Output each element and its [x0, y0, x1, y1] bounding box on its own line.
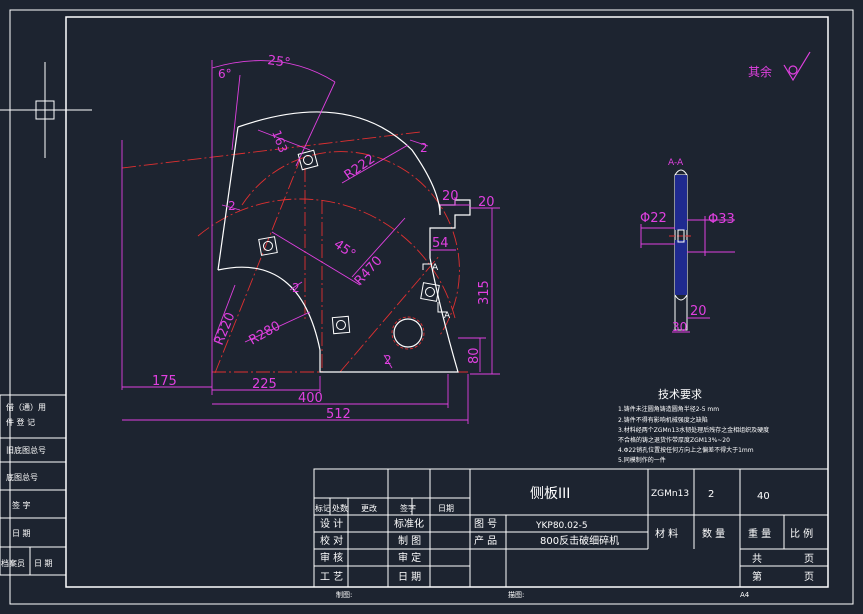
label-total: 共 — [752, 553, 762, 565]
stamp-archivist: 档案员 — [1, 558, 25, 568]
tech-title: 技术要求 — [658, 388, 702, 401]
rev-mark: 标记 — [315, 503, 331, 513]
rev-sign: 签字 — [400, 503, 416, 513]
surface-note-text: 其余 — [748, 64, 772, 79]
dim-angle-6: 6° — [218, 67, 232, 81]
stamp-base: 底图总号 — [6, 472, 38, 482]
product-name: 800反击破细碎机 — [540, 534, 619, 547]
dim-80: 80 — [467, 347, 482, 364]
label-standardize: 标准化 — [394, 517, 424, 530]
stamp-date-2: 日 期 — [34, 559, 53, 568]
label-product: 产 品 — [474, 534, 497, 547]
label-check: 校 对 — [320, 534, 343, 547]
dim-angle-25: 25° — [266, 53, 291, 71]
tech-line-6: 5.同模制作的一件 — [618, 456, 666, 464]
tech-line-3: 3.材料经两个ZGMn13水韧处理后残存之金相组织及硬度 — [618, 426, 769, 434]
label-design: 设 计 — [320, 517, 343, 530]
footer-traced: 描图: — [508, 590, 524, 599]
material-value: ZGMn13 — [651, 489, 689, 499]
label-draw: 制 图 — [398, 534, 421, 547]
stamp-register: 件 登 记 — [6, 417, 35, 427]
quantity-value: 2 — [708, 489, 714, 500]
rev-count: 处数 — [332, 503, 348, 513]
section-label-a2: A — [444, 311, 451, 321]
tech-line-1: 1.铸件未注圆角铸造圆角半径2-5 mm — [618, 405, 719, 413]
label-approve: 审 定 — [398, 551, 421, 564]
rev-change: 更改 — [361, 503, 377, 513]
stamp-borrow: 借（通）用 — [6, 402, 46, 412]
stamp-date: 日 期 — [12, 529, 31, 538]
dim-54: 54 — [432, 236, 449, 251]
dim-400: 400 — [298, 391, 323, 406]
stamp-sign: 签 字 — [12, 500, 31, 510]
dim-2-left: 2 — [228, 199, 236, 213]
dim-2-top: 2 — [420, 141, 428, 155]
label-process: 工 艺 — [320, 571, 343, 583]
label-drawing-no: 图 号 — [474, 518, 497, 530]
weight-value: 40 — [757, 491, 770, 502]
tech-line-2: 2.铸件不得有影响机械强度之缺陷 — [618, 416, 708, 424]
dim-225: 225 — [252, 377, 277, 392]
stamp-old-base: 旧底图总号 — [6, 445, 46, 455]
tech-line-5: 4.Φ22销孔位置按任何方向上之偏差不得大于1mm — [618, 446, 754, 454]
dim-20-a: 20 — [442, 189, 459, 204]
label-scale: 比 例 — [790, 527, 813, 540]
dim-2-bottom: 2 — [384, 353, 392, 367]
footer-drawn: 制图: — [336, 590, 352, 599]
section-dim-phi22: Φ22 — [640, 211, 667, 226]
section-label-a1: A — [432, 263, 439, 273]
dim-20-b: 20 — [478, 195, 495, 210]
label-page: 第 — [752, 570, 762, 583]
rev-date: 日期 — [438, 504, 454, 513]
label-total-unit: 页 — [804, 553, 814, 565]
part-name: 侧板III — [530, 486, 570, 502]
cad-drawing-canvas[interactable]: 25° 6° 163 R222 2 2 45° R470 2 R280 R220… — [0, 0, 863, 614]
tech-line-4: 不合格的铸之退货作带厚度ZGM13%~20 — [618, 436, 730, 444]
label-material: 材 料 — [655, 527, 678, 540]
section-dim-20: 20 — [690, 304, 707, 319]
label-quantity: 数 量 — [702, 527, 725, 540]
label-date: 日 期 — [398, 571, 421, 583]
section-dim-30: 30 — [672, 320, 687, 334]
dim-315: 315 — [477, 280, 492, 305]
drawing-no: YKP80.02-5 — [535, 521, 588, 531]
dim-175: 175 — [152, 374, 177, 389]
label-page-unit: 页 — [804, 571, 814, 583]
section-title: A-A — [668, 158, 684, 168]
label-review: 审 核 — [320, 551, 343, 564]
dim-2-mid: 2 — [292, 281, 300, 295]
section-dim-phi33: Φ33 — [708, 212, 735, 227]
dim-512: 512 — [326, 407, 351, 422]
label-weight: 重 量 — [748, 527, 771, 540]
footer-size: A4 — [740, 591, 750, 599]
